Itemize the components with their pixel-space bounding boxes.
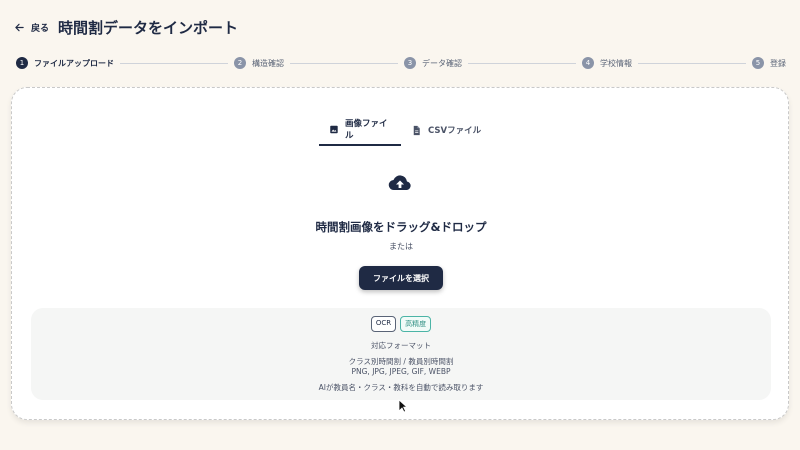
image-icon (330, 125, 338, 133)
step-structure-check: 2 構造確認 (234, 57, 284, 69)
step-connector (638, 62, 746, 64)
or-text: または (389, 242, 413, 251)
step-connector (468, 62, 576, 64)
step-number: 1 (16, 57, 28, 69)
step-data-check: 3 データ確認 (404, 57, 462, 69)
step-number: 3 (404, 57, 416, 69)
stepper: 1 ファイルアップロード 2 構造確認 3 データ確認 4 学校情報 5 登録 (16, 56, 786, 70)
upload-dropzone[interactable]: 画像ファイル CSVファイル 時間割画像をドラッグ&ドロップ または ファイルを… (11, 87, 789, 420)
supported-format-heading: 対応フォーマット (371, 341, 431, 350)
mouse-cursor-icon (398, 399, 408, 413)
ocr-badge: OCR (370, 316, 397, 332)
step-number: 2 (234, 57, 246, 69)
step-connector (290, 62, 398, 64)
step-label: 登録 (770, 58, 786, 68)
arrow-left-icon (15, 23, 24, 32)
step-school-info: 4 学校情報 (582, 57, 632, 69)
timetable-types: クラス別時間割 / 教員別時間割 (348, 357, 454, 366)
tab-label: 画像ファイル (344, 119, 388, 141)
page-title: 時間割データをインポート (58, 19, 239, 37)
step-number: 4 (582, 57, 594, 69)
header: 戻る 時間割データをインポート (0, 0, 800, 56)
file-icon (413, 125, 420, 135)
tab-csv-file[interactable]: CSVファイル (401, 114, 491, 146)
step-label: 構造確認 (252, 58, 284, 68)
badge-group: OCR 高精度 (31, 316, 771, 332)
step-label: ファイルアップロード (34, 58, 114, 68)
step-file-upload: 1 ファイルアップロード (16, 57, 114, 69)
dropzone-title: 時間割画像をドラッグ&ドロップ (315, 220, 487, 234)
file-extensions: PNG, JPG, JPEG, GIF, WEBP (351, 367, 451, 376)
step-register: 5 登録 (752, 57, 786, 69)
high-accuracy-badge: 高精度 (400, 316, 432, 332)
file-type-tabs: 画像ファイル CSVファイル (319, 114, 491, 146)
step-number: 5 (752, 57, 764, 69)
cloud-upload-icon (388, 175, 411, 191)
select-file-button[interactable]: ファイルを選択 (359, 266, 443, 290)
tab-label: CSVファイル (428, 126, 482, 136)
step-label: 学校情報 (600, 58, 632, 68)
step-connector (120, 62, 228, 64)
format-info-panel: OCR 高精度 対応フォーマット クラス別時間割 / 教員別時間割 PNG, J… (31, 308, 771, 400)
back-button[interactable]: 戻る (14, 21, 49, 34)
step-label: データ確認 (422, 58, 462, 68)
back-label: 戻る (31, 24, 50, 34)
ai-note: AIが教員名・クラス・教科を自動で読み取ります (318, 383, 484, 392)
tab-image-file[interactable]: 画像ファイル (319, 114, 401, 146)
